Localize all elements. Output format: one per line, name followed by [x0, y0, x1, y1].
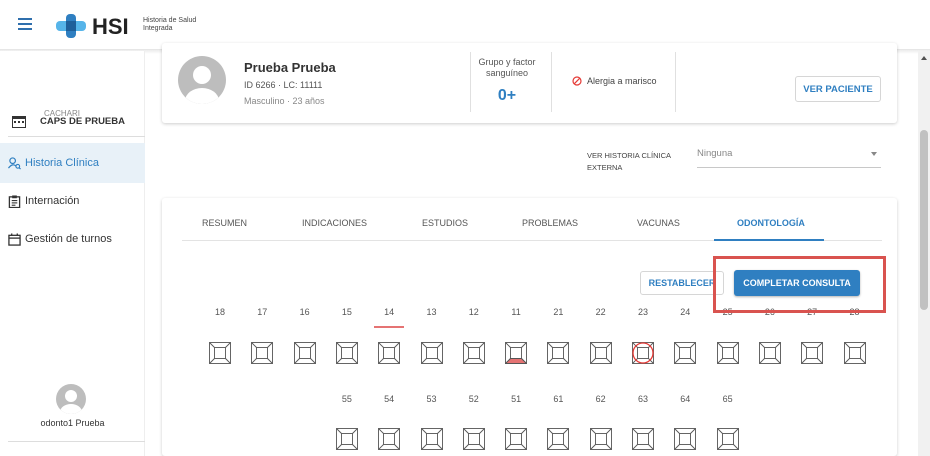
hsi-logo-icon [56, 14, 86, 38]
tooth-number-52: 52 [468, 394, 479, 404]
sidebar-item-label: Gestión de turnos [25, 233, 112, 245]
tooth-number-18: 18 [214, 307, 225, 317]
allergy: Alergia a marisco [572, 76, 657, 86]
tooth-number-53: 53 [426, 394, 437, 404]
tooth-27[interactable] [801, 342, 824, 364]
tooth-24[interactable] [674, 342, 697, 364]
tooth-17[interactable] [251, 342, 274, 364]
reset-button[interactable]: RESTABLECER [640, 271, 724, 295]
app-root: HSI Historia de Salud Integrada CAPS DE … [0, 0, 930, 456]
tooth-number-63: 63 [637, 394, 648, 404]
tooth-number-23: 23 [637, 307, 648, 317]
prohibited-icon [572, 76, 582, 86]
avatar-icon [185, 66, 219, 104]
tooth-62[interactable] [589, 428, 612, 450]
blood-group-value: 0+ [497, 87, 517, 104]
chevron-down-icon [871, 152, 877, 156]
tooth-52[interactable] [462, 428, 485, 450]
sidebar-item-gestion-turnos[interactable]: Gestión de turnos [0, 219, 145, 259]
view-patient-button[interactable]: VER PACIENTE [795, 76, 881, 102]
tab-problemas[interactable]: PROBLEMAS [522, 218, 578, 228]
sidebar-item-label: Historia Clínica [25, 157, 99, 169]
patient-card: Prueba Prueba ID 6266 · LC: 11111 Mascul… [162, 43, 897, 123]
logo-text: HSI [92, 14, 129, 39]
tab-odontologia[interactable]: ODONTOLOGÍA [737, 218, 805, 228]
institution-location: CACHARI [44, 109, 81, 118]
tabs: RESUMEN INDICACIONES ESTUDIOS PROBLEMAS … [182, 198, 882, 241]
tooth-61[interactable] [547, 428, 570, 450]
tooth-number-16: 16 [299, 307, 310, 317]
tab-indicaciones[interactable]: INDICACIONES [302, 218, 367, 228]
patient-details: Masculino · 23 años [244, 96, 325, 106]
tooth-18[interactable] [209, 342, 231, 364]
tooth-number-11: 11 [511, 307, 521, 317]
external-history-select[interactable]: Ninguna [697, 144, 881, 168]
allergy-text: Alergia a marisco [587, 76, 657, 86]
tooth-number-24: 24 [680, 307, 691, 317]
tooth-13[interactable] [420, 342, 443, 364]
tooth-65[interactable] [716, 428, 739, 450]
selected-tooth-indicator [374, 326, 405, 328]
tooth-51[interactable] [505, 428, 528, 450]
building-icon [12, 116, 26, 128]
tooth-number-14: 14 [384, 307, 395, 317]
user-avatar[interactable] [56, 384, 86, 414]
tooth-number-12: 12 [468, 307, 479, 317]
tooth-53[interactable] [420, 428, 443, 450]
blood-group-label: Grupo y factor sanguíneo [478, 57, 536, 78]
sidebar: CAPS DE PRUEBA CACHARI Historia Clínica … [0, 51, 145, 456]
logo-subtitle: Historia de Salud Integrada [143, 17, 197, 32]
active-tab-indicator [714, 239, 824, 241]
tooth-number-13: 13 [426, 307, 437, 317]
tooth-54[interactable] [378, 428, 401, 450]
tooth-63[interactable] [632, 428, 654, 450]
scrollbar-thumb[interactable] [920, 130, 928, 310]
tooth-21[interactable] [547, 342, 570, 364]
tooth-number-17: 17 [257, 307, 268, 317]
tooth-number-21: 21 [553, 307, 564, 317]
tab-resumen[interactable]: RESUMEN [202, 218, 247, 228]
sidebar-item-internacion[interactable]: Internación [0, 181, 145, 221]
tooth-26[interactable] [758, 342, 781, 364]
tooth-number-62: 62 [595, 394, 606, 404]
tooth-55[interactable] [335, 428, 358, 450]
tooth-22[interactable] [589, 342, 612, 364]
tooth-number-15: 15 [341, 307, 352, 317]
clipboard-icon [8, 194, 21, 208]
sidebar-item-historia-clinica[interactable]: Historia Clínica [0, 143, 145, 183]
tooth-23[interactable] [632, 342, 654, 364]
tooth-25[interactable] [716, 342, 739, 364]
menu-icon[interactable] [18, 18, 34, 31]
sidebar-item-label: Internación [25, 195, 80, 207]
patient-avatar [178, 56, 226, 104]
tooth-15[interactable] [335, 342, 358, 364]
tooth-number-55: 55 [341, 394, 352, 404]
tooth-14[interactable] [378, 342, 401, 364]
tab-estudios[interactable]: ESTUDIOS [422, 218, 468, 228]
tooth-number-51: 51 [511, 394, 522, 404]
clinical-history-card: RESUMEN INDICACIONES ESTUDIOS PROBLEMAS … [162, 198, 897, 456]
tooth-16[interactable] [293, 342, 316, 364]
tooth-11[interactable] [504, 342, 528, 364]
tooth-64[interactable] [674, 428, 697, 450]
avatar-icon [60, 390, 82, 414]
tooth-12[interactable] [462, 342, 485, 364]
scroll-up-icon[interactable] [921, 56, 927, 60]
tooth-number-61: 61 [553, 394, 564, 404]
tooth-number-64: 64 [680, 394, 691, 404]
tooth-number-65: 65 [722, 394, 733, 404]
patient-ids: ID 6266 · LC: 11111 [244, 80, 323, 90]
user-name: odonto1 Prueba [40, 418, 105, 428]
tab-vacunas[interactable]: VACUNAS [637, 218, 680, 228]
external-history-value: Ninguna [697, 148, 733, 159]
patient-name: Prueba Prueba [244, 60, 336, 75]
tooth-number-22: 22 [595, 307, 606, 317]
external-history-label: VER HISTORIA CLÍNICA EXTERNA [587, 151, 672, 172]
tooth-28[interactable] [843, 342, 866, 364]
calendar-icon [8, 232, 21, 246]
patient-search-icon [8, 156, 21, 169]
tooth-number-54: 54 [384, 394, 395, 404]
highlight-annotation [713, 256, 886, 313]
